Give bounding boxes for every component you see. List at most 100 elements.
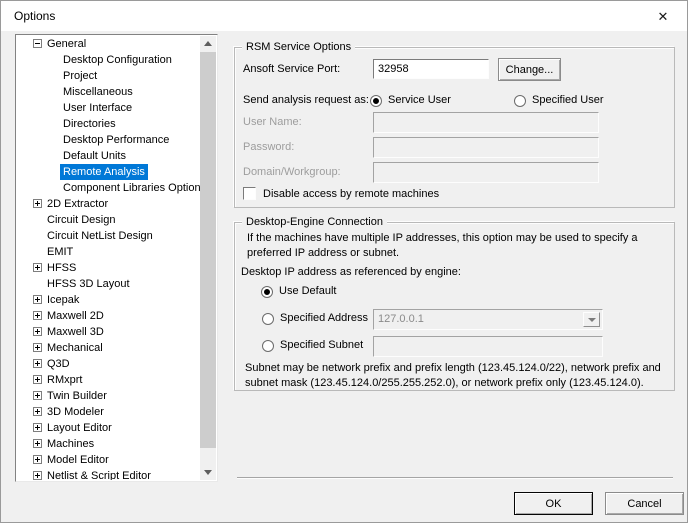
tree-item[interactable]: Maxwell 3D <box>16 324 200 340</box>
tree-item-label[interactable]: Desktop Configuration <box>60 52 175 68</box>
tree-item-label[interactable]: Desktop Performance <box>60 132 172 148</box>
expand-plus-icon[interactable] <box>33 455 42 464</box>
specified-subnet-radio[interactable] <box>262 340 274 352</box>
title-bar: Options ✕ <box>1 1 687 31</box>
tree-item-label[interactable]: Default Units <box>60 148 129 164</box>
expand-plus-icon[interactable] <box>33 407 42 416</box>
tree-item[interactable]: Desktop Configuration <box>16 52 200 68</box>
tree-item-label[interactable]: Mechanical <box>44 340 106 356</box>
expand-plus-icon[interactable] <box>33 359 42 368</box>
tree-item[interactable]: Twin Builder <box>16 388 200 404</box>
service-user-radio[interactable] <box>370 95 382 107</box>
tree-item[interactable]: Remote Analysis <box>16 164 200 180</box>
disable-remote-access-checkbox[interactable] <box>243 187 256 200</box>
tree-item-label[interactable]: EMIT <box>44 244 76 260</box>
scroll-down-icon[interactable] <box>200 464 216 480</box>
tree-item[interactable]: RMxprt <box>16 372 200 388</box>
tree-item[interactable]: General <box>16 36 200 52</box>
expand-plus-icon[interactable] <box>33 423 42 432</box>
tree-item-label[interactable]: Twin Builder <box>44 388 110 404</box>
disable-remote-access-label[interactable]: Disable access by remote machines <box>263 188 439 200</box>
ok-button[interactable]: OK <box>514 492 593 515</box>
tree-item-label[interactable]: Remote Analysis <box>60 164 148 180</box>
expand-plus-icon[interactable] <box>33 199 42 208</box>
scroll-up-icon[interactable] <box>200 36 216 52</box>
combo-dropdown-icon <box>583 312 600 327</box>
expand-plus-icon[interactable] <box>33 343 42 352</box>
tree-item-label[interactable]: Circuit Design <box>44 212 118 228</box>
specified-subnet-radio-label[interactable]: Specified Subnet <box>280 339 363 351</box>
tree-item-label[interactable]: HFSS <box>44 260 79 276</box>
tree-item[interactable]: Layout Editor <box>16 420 200 436</box>
tree-item-label[interactable]: Project <box>60 68 100 84</box>
tree-item-label[interactable]: Directories <box>60 116 119 132</box>
tree-item[interactable]: 3D Modeler <box>16 404 200 420</box>
tree-item[interactable]: Mechanical <box>16 340 200 356</box>
expand-plus-icon[interactable] <box>33 295 42 304</box>
tree-item-label[interactable]: User Interface <box>60 100 135 116</box>
cancel-button[interactable]: Cancel <box>605 492 684 515</box>
tree-item[interactable]: Component Libraries Options <box>16 180 200 196</box>
tree-item[interactable]: HFSS <box>16 260 200 276</box>
expand-plus-icon[interactable] <box>33 471 42 480</box>
scroll-thumb[interactable] <box>200 52 216 448</box>
tree-item[interactable]: Circuit NetList Design <box>16 228 200 244</box>
tree-item[interactable]: EMIT <box>16 244 200 260</box>
specified-address-radio-label[interactable]: Specified Address <box>280 312 368 324</box>
tree-item-label[interactable]: RMxprt <box>44 372 85 388</box>
tree-item[interactable]: Model Editor <box>16 452 200 468</box>
use-default-radio-label[interactable]: Use Default <box>279 285 336 297</box>
expand-plus-icon[interactable] <box>33 439 42 448</box>
tree-item-label[interactable]: General <box>44 36 89 52</box>
tree-item[interactable]: Netlist & Script Editor <box>16 468 200 480</box>
close-icon[interactable]: ✕ <box>647 5 679 28</box>
specified-address-combobox: 127.0.0.1 <box>373 309 603 330</box>
tree-item[interactable]: 2D Extractor <box>16 196 200 212</box>
tree-item-label[interactable]: Layout Editor <box>44 420 115 436</box>
specified-user-radio[interactable] <box>514 95 526 107</box>
tree-scrollbar[interactable] <box>200 36 216 480</box>
change-port-button[interactable]: Change... <box>498 58 561 81</box>
expand-plus-icon[interactable] <box>33 263 42 272</box>
tree-item-label[interactable]: 3D Modeler <box>44 404 107 420</box>
use-default-radio[interactable] <box>261 286 273 298</box>
service-port-input[interactable] <box>373 59 489 79</box>
tree-item[interactable]: HFSS 3D Layout <box>16 276 200 292</box>
tree-item[interactable]: Default Units <box>16 148 200 164</box>
tree-item-label[interactable]: Q3D <box>44 356 73 372</box>
expand-plus-icon[interactable] <box>33 375 42 384</box>
options-dialog: Options ✕ GeneralDesktop ConfigurationPr… <box>0 0 688 523</box>
expand-plus-icon[interactable] <box>33 311 42 320</box>
tree-item-label[interactable]: Component Libraries Options <box>60 180 200 196</box>
specified-address-radio[interactable] <box>262 313 274 325</box>
tree-item[interactable]: Desktop Performance <box>16 132 200 148</box>
tree-item[interactable]: Q3D <box>16 356 200 372</box>
expand-plus-icon[interactable] <box>33 327 42 336</box>
tree-item-label[interactable]: Maxwell 2D <box>44 308 107 324</box>
tree-item-label[interactable]: Maxwell 3D <box>44 324 107 340</box>
tree-item[interactable]: Machines <box>16 436 200 452</box>
tree-item-label[interactable]: Miscellaneous <box>60 84 136 100</box>
service-user-radio-label[interactable]: Service User <box>388 94 451 106</box>
domain-workgroup-label: Domain/Workgroup: <box>243 166 341 178</box>
tree-item[interactable]: Maxwell 2D <box>16 308 200 324</box>
tree-item-label[interactable]: Model Editor <box>44 452 112 468</box>
domain-workgroup-field <box>373 162 599 183</box>
tree-item[interactable]: Directories <box>16 116 200 132</box>
tree-item[interactable]: Project <box>16 68 200 84</box>
tree-item[interactable]: Icepak <box>16 292 200 308</box>
send-as-label: Send analysis request as: <box>243 94 369 106</box>
tree-item[interactable]: User Interface <box>16 100 200 116</box>
tree-item[interactable]: Circuit Design <box>16 212 200 228</box>
specified-user-radio-label[interactable]: Specified User <box>532 94 604 106</box>
tree-item-label[interactable]: 2D Extractor <box>44 196 111 212</box>
tree-item-label[interactable]: Circuit NetList Design <box>44 228 156 244</box>
tree-item-label[interactable]: Netlist & Script Editor <box>44 468 154 480</box>
tree-item-label[interactable]: HFSS 3D Layout <box>44 276 133 292</box>
tree-item-label[interactable]: Machines <box>44 436 97 452</box>
collapse-minus-icon[interactable] <box>33 39 42 48</box>
tree-item-label[interactable]: Icepak <box>44 292 82 308</box>
expand-plus-icon[interactable] <box>33 391 42 400</box>
tree-item[interactable]: Miscellaneous <box>16 84 200 100</box>
engine-intro-text: If the machines have multiple IP address… <box>247 231 663 261</box>
